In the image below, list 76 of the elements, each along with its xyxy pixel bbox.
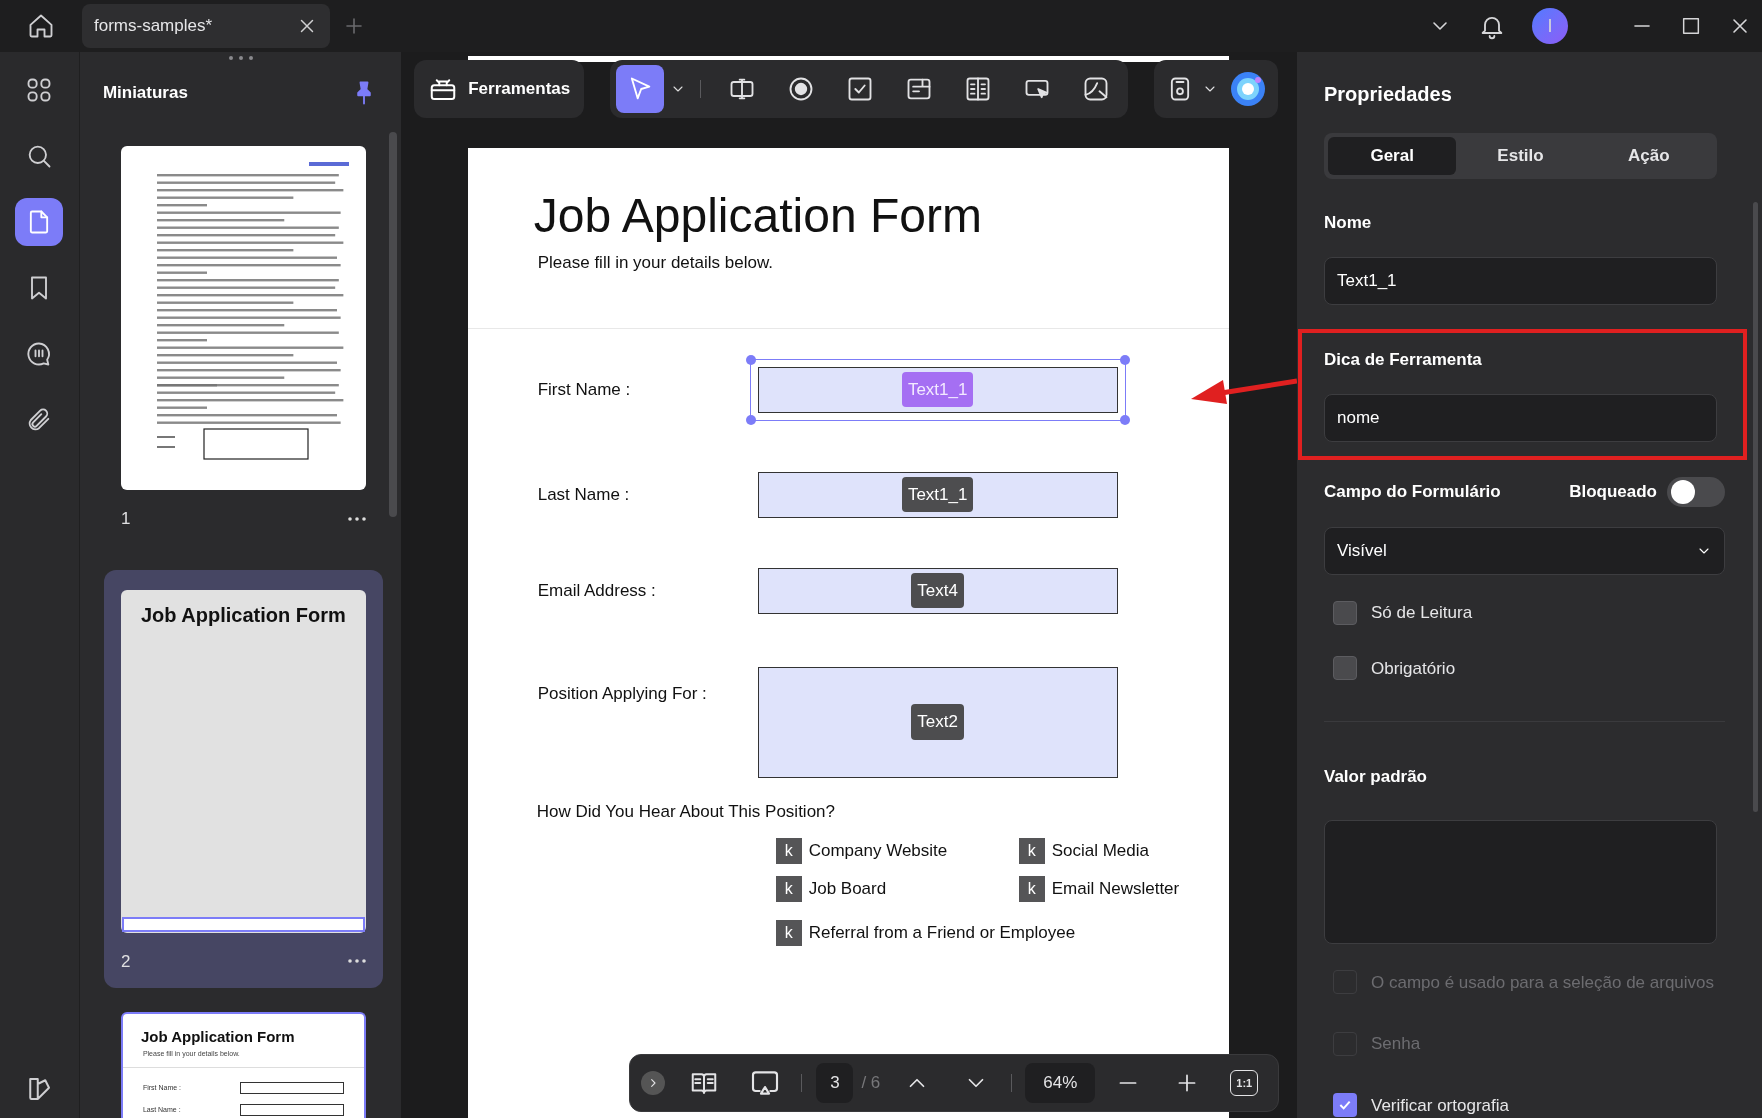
more-icon[interactable] bbox=[347, 516, 366, 521]
field-name-tag: Text4 bbox=[911, 572, 964, 609]
field-name-tag: Text2 bbox=[911, 704, 964, 740]
visibility-dropdown[interactable]: Visível bbox=[1324, 526, 1725, 576]
panel-title: Propriedades bbox=[1324, 82, 1452, 107]
checkbox[interactable] bbox=[1333, 600, 1357, 625]
home-icon[interactable] bbox=[27, 12, 55, 40]
checkbox[interactable] bbox=[1333, 1093, 1357, 1118]
name-field[interactable]: Text1_1 bbox=[1324, 257, 1717, 305]
document-title: Job Application Form bbox=[533, 188, 982, 244]
section-title: Campo do Formulário bbox=[1324, 480, 1501, 503]
field-label: First Name : bbox=[536, 378, 632, 401]
resize-handle[interactable] bbox=[1119, 414, 1130, 425]
checkbox-label: O campo é usado para a seleção de arquivos bbox=[1371, 971, 1715, 994]
field-name-tag[interactable]: k bbox=[775, 876, 802, 902]
properties-tab[interactable]: Ação bbox=[1584, 137, 1713, 175]
field-caption: Nome bbox=[1324, 211, 1372, 234]
more-icon[interactable] bbox=[347, 959, 366, 964]
properties-tab[interactable]: Geral bbox=[1328, 137, 1457, 175]
document-subtitle: Please fill in your details below. bbox=[537, 252, 773, 274]
page-button[interactable] bbox=[15, 198, 64, 246]
option-label: Social Media bbox=[1051, 840, 1149, 863]
option-label: Email Newsletter bbox=[1051, 878, 1180, 901]
resize-handle[interactable] bbox=[745, 354, 756, 365]
document-tab[interactable]: forms-samples* bbox=[82, 4, 330, 48]
checkbox-label: Só de Leitura bbox=[1371, 602, 1473, 625]
thumbnail-title: Job Application Form bbox=[139, 602, 347, 628]
default-value-field[interactable] bbox=[1324, 819, 1717, 944]
option-label: Company Website bbox=[808, 840, 948, 863]
field-name-tag: Text1_1 bbox=[901, 371, 974, 408]
option-label: Referral from a Friend or Employee bbox=[808, 922, 1076, 945]
page-number-field[interactable]: 3 bbox=[816, 1063, 854, 1103]
field-name-tag[interactable]: k bbox=[1018, 876, 1045, 902]
assistant-icon[interactable] bbox=[1230, 71, 1267, 107]
option-label: Job Board bbox=[808, 878, 887, 901]
field-name-tag[interactable]: k bbox=[775, 920, 802, 946]
maximize-icon[interactable] bbox=[1680, 15, 1702, 37]
panel-title: Miniaturas bbox=[102, 82, 188, 105]
lock-toggle[interactable] bbox=[1667, 476, 1725, 507]
text-field[interactable]: Text1_1 bbox=[757, 471, 1118, 518]
toggle-label: Bloqueado bbox=[1569, 480, 1657, 503]
properties-tab[interactable]: Estilo bbox=[1456, 137, 1585, 175]
checkbox-label: Verificar ortografia bbox=[1371, 1094, 1509, 1117]
checkbox-label: Senha bbox=[1371, 1033, 1421, 1055]
actual-size-button[interactable]: 1:1 bbox=[1230, 1070, 1259, 1096]
text-field[interactable]: Text4 bbox=[757, 567, 1118, 614]
resize-handle[interactable] bbox=[745, 414, 756, 425]
tooltip-field[interactable]: nome bbox=[1324, 394, 1717, 442]
page-thumbnail-card[interactable]: 1 bbox=[103, 146, 383, 546]
tab-title: forms-samples* bbox=[94, 15, 213, 38]
field-caption: Valor padrão bbox=[1324, 766, 1427, 789]
tool-button[interactable] bbox=[616, 65, 665, 113]
drag-handle-icon[interactable] bbox=[227, 55, 254, 61]
resize-handle[interactable] bbox=[1119, 354, 1130, 365]
field-name-tag[interactable]: k bbox=[1018, 838, 1045, 864]
scrollbar[interactable] bbox=[388, 132, 397, 517]
page-number: 1 bbox=[120, 508, 131, 530]
field-caption: Dica de Ferramenta bbox=[1324, 348, 1482, 371]
field-label: Position Applying For : bbox=[536, 682, 708, 705]
text-field[interactable]: Text2 bbox=[757, 666, 1118, 778]
page-thumbnail-card[interactable]: Job Application Form 2 bbox=[103, 569, 383, 988]
field-name-tag: Text1_1 bbox=[901, 476, 974, 513]
field-label: Last Name : bbox=[536, 483, 631, 506]
thumbnail-title: Job Application Form bbox=[140, 1027, 295, 1047]
tools-button[interactable]: Ferramentas bbox=[414, 60, 585, 118]
field-name-tag[interactable]: k bbox=[775, 838, 802, 864]
zoom-field[interactable]: 64% bbox=[1025, 1063, 1096, 1103]
checkbox[interactable] bbox=[1333, 656, 1357, 681]
page-total: / 6 bbox=[861, 1072, 881, 1095]
scrollbar[interactable] bbox=[1753, 202, 1758, 812]
field-label: Email Address : bbox=[536, 579, 657, 602]
checkbox-label: Obrigatório bbox=[1371, 657, 1456, 680]
expand-button[interactable] bbox=[641, 1071, 666, 1095]
page-number: 2 bbox=[120, 950, 131, 973]
question-text: How Did You Hear About This Position? bbox=[536, 800, 835, 823]
page-thumbnail[interactable] bbox=[120, 146, 366, 490]
